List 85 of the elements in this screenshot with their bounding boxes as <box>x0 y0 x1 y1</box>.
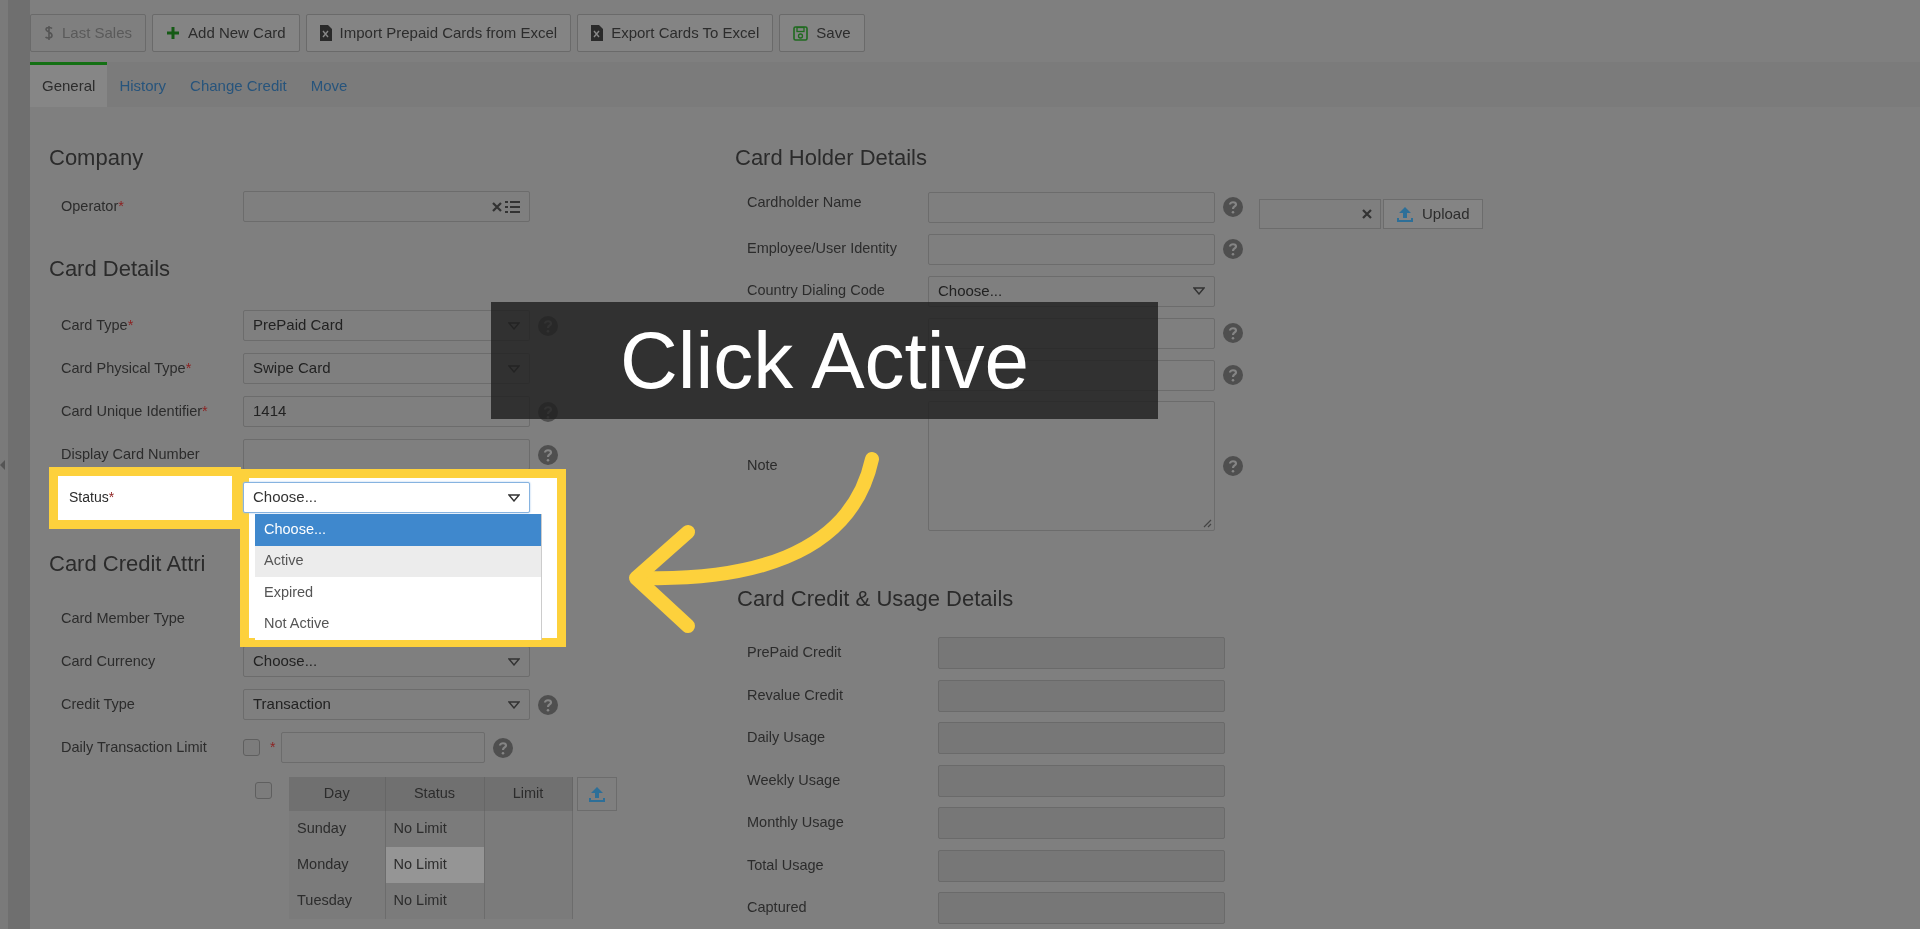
column-header: Limit <box>484 777 572 811</box>
column-header: Day <box>289 777 385 811</box>
file-field[interactable] <box>1259 199 1381 229</box>
field-label: Country Dialing Code <box>746 281 886 301</box>
column-header: Status <box>385 777 484 811</box>
collapse-arrow-icon[interactable] <box>0 460 6 470</box>
upload-icon <box>587 785 606 803</box>
table-cell: No Limit <box>385 847 484 883</box>
field-label: Card Unique Identifier* <box>60 401 209 421</box>
field-label: Card Type* <box>60 315 135 335</box>
field-label: PrePaid Credit <box>746 643 843 663</box>
help-icon[interactable] <box>493 737 514 758</box>
required-mark: * <box>185 359 192 376</box>
dropdown-option[interactable]: Not Active <box>255 608 541 640</box>
field-label: Weekly Usage <box>746 770 842 790</box>
upload-button[interactable] <box>576 777 617 811</box>
toolbar-button[interactable]: Import Prepaid Cards from Excel <box>305 14 572 52</box>
section-heading: Card Credit Attri <box>49 549 206 578</box>
required-mark: * <box>202 402 208 419</box>
select-field[interactable]: Choose... <box>243 482 530 513</box>
caret-icon <box>1193 287 1205 295</box>
dropdown-option[interactable]: Active <box>255 545 541 577</box>
clear-icon[interactable] <box>492 201 502 212</box>
caret-icon <box>508 700 520 709</box>
section-heading: Card Credit & Usage Details <box>736 584 1014 613</box>
help-icon[interactable] <box>1223 365 1243 385</box>
field-label: Card Member Type <box>60 608 186 628</box>
help-icon[interactable] <box>1223 197 1243 217</box>
table-cell: Monday <box>289 847 385 883</box>
section-heading: Company <box>49 143 144 172</box>
dropdown-option[interactable]: Expired <box>255 577 541 609</box>
field-label: Status* <box>69 488 115 507</box>
select-field[interactable]: Transaction <box>243 689 530 720</box>
clear-icon[interactable] <box>1362 209 1372 219</box>
caret-icon <box>508 657 520 666</box>
checkbox[interactable] <box>255 782 272 799</box>
field-label: Operator* <box>60 196 125 216</box>
required-mark: * <box>127 316 134 333</box>
field-label: Display Card Number <box>60 444 201 464</box>
required-mark: * <box>270 738 276 757</box>
field-label: Cardholder Name <box>746 193 863 212</box>
spreadsheet-file-icon <box>591 25 604 41</box>
help-icon[interactable] <box>538 444 558 465</box>
help-icon[interactable] <box>538 694 558 715</box>
checkbox[interactable] <box>243 739 260 756</box>
dollar-icon <box>44 25 54 41</box>
help-icon[interactable] <box>1223 455 1243 476</box>
plus-icon <box>166 26 181 40</box>
table-cell: Sunday <box>289 811 385 847</box>
section-heading: Card Details <box>49 254 171 283</box>
table-cell: Tuesday <box>289 883 385 919</box>
lookup-field[interactable] <box>243 191 530 222</box>
list-icon[interactable] <box>505 200 520 213</box>
upload-icon <box>1396 205 1414 223</box>
upload-button[interactable]: Upload <box>1383 199 1483 229</box>
tab[interactable]: General <box>30 62 108 107</box>
callout-text: Click Active <box>620 320 1029 401</box>
toolbar-button[interactable]: Export Cards To Excel <box>577 14 774 52</box>
table-cell: No Limit <box>385 811 484 847</box>
text-field[interactable] <box>243 439 530 470</box>
field-label: Daily Transaction Limit <box>60 737 208 757</box>
resize-handle-icon <box>1203 518 1212 528</box>
toolbar-button[interactable]: Add New Card <box>152 14 300 52</box>
section-heading: Card Holder Details <box>735 143 927 172</box>
field-label: Monthly Usage <box>746 813 845 833</box>
help-icon[interactable] <box>1223 323 1243 343</box>
caret-icon <box>508 493 520 502</box>
select-field[interactable]: Choose... <box>928 275 1215 307</box>
field-label: Card Physical Type* <box>60 358 193 378</box>
field-label: Captured <box>746 898 808 918</box>
dropdown-option[interactable]: Choose... <box>255 514 541 546</box>
field-label: Daily Usage <box>746 728 827 748</box>
required-mark: * <box>108 489 115 505</box>
table-cell: No Limit <box>385 883 484 919</box>
select-field[interactable]: Choose... <box>243 646 530 677</box>
required-mark: * <box>118 197 124 214</box>
field-label: Note <box>746 455 779 475</box>
field-label: Credit Type <box>60 694 136 714</box>
help-icon[interactable] <box>1223 239 1243 259</box>
spreadsheet-file-icon <box>319 25 332 41</box>
field-label: Revalue Credit <box>746 685 844 705</box>
field-label: Employee/User Identity <box>746 239 898 259</box>
toolbar-button[interactable]: Save <box>779 14 865 52</box>
field-label: Total Usage <box>746 855 825 875</box>
field-label: Card Currency <box>60 651 157 671</box>
